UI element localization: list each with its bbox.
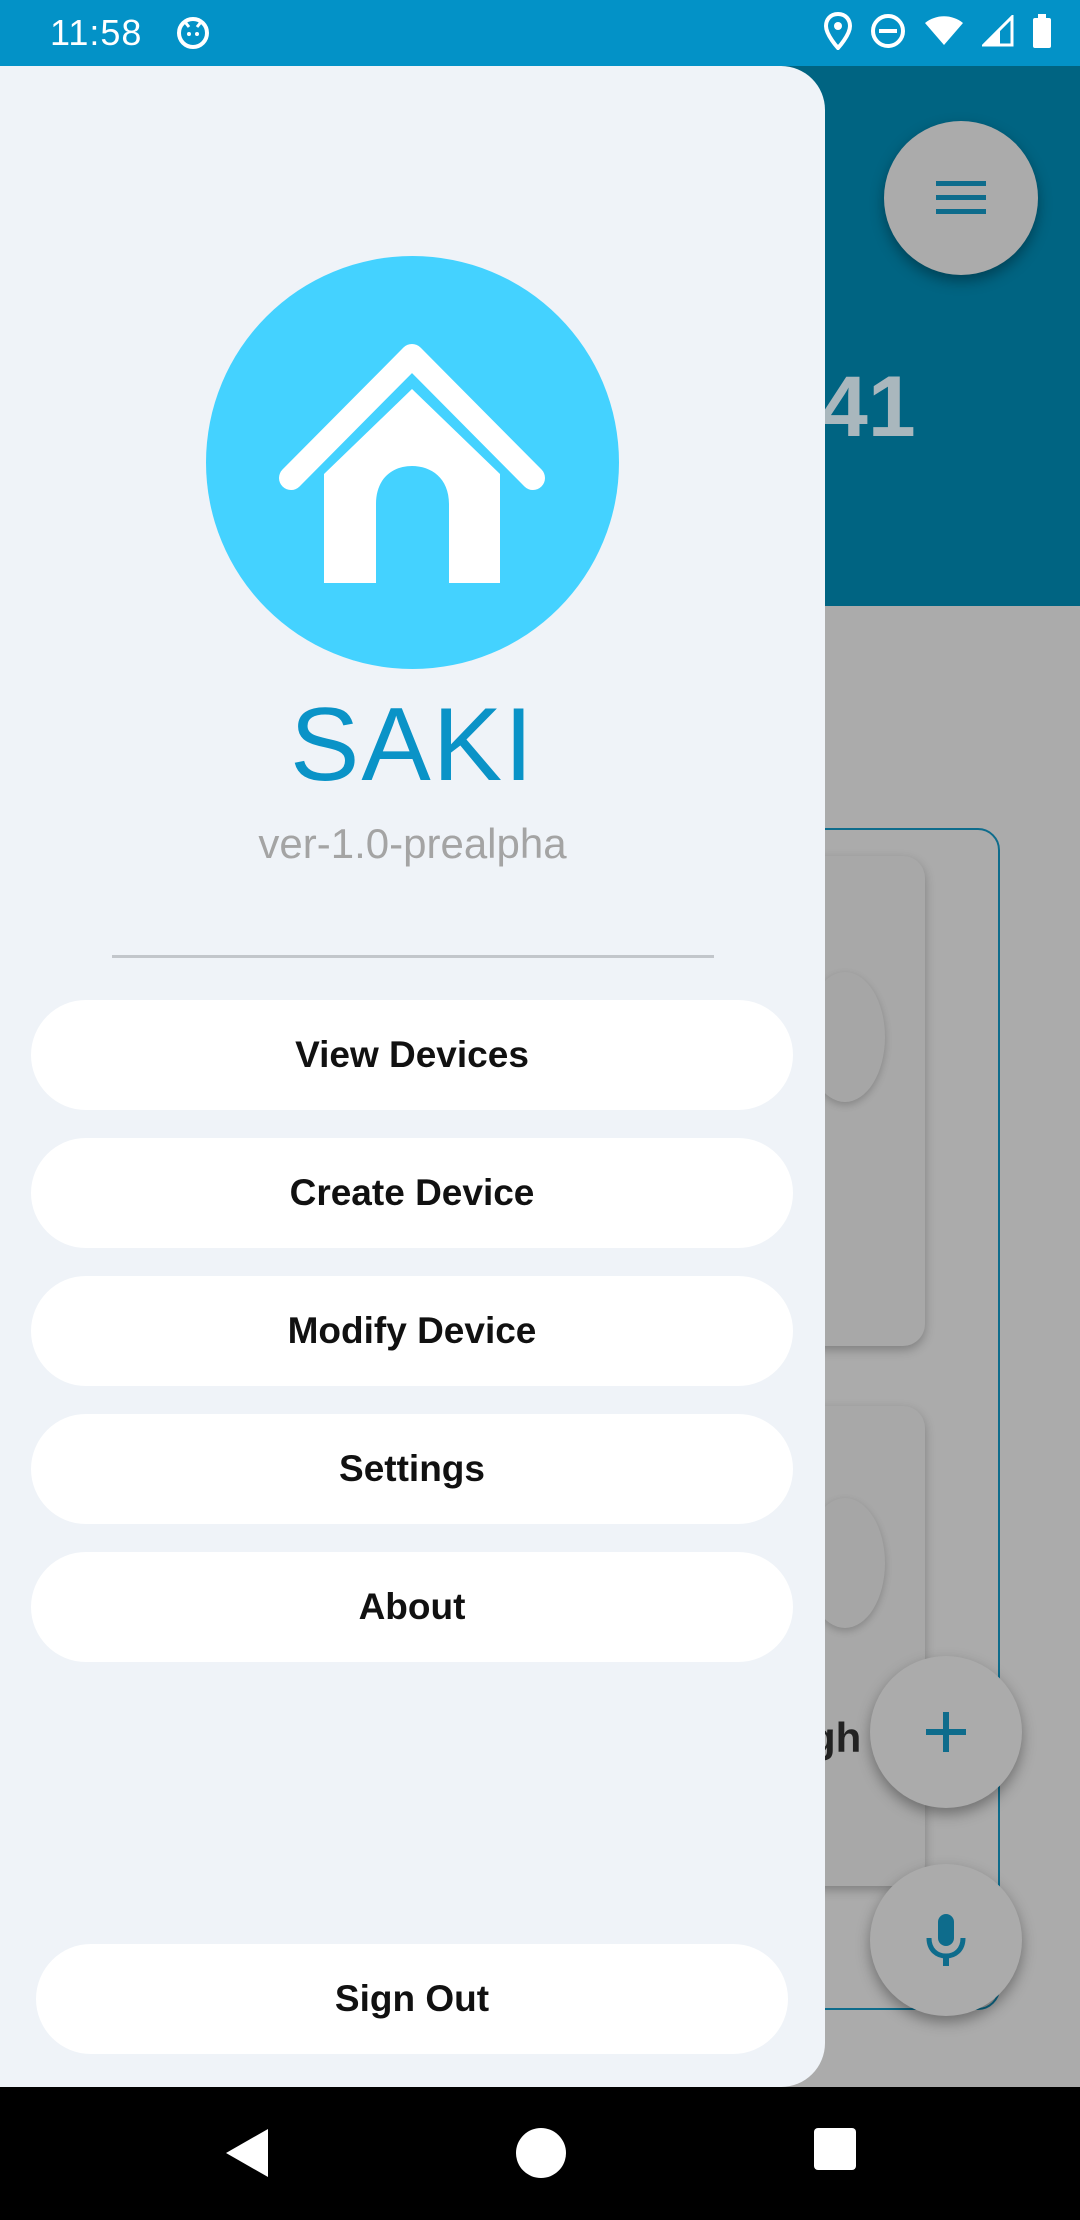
system-nav-bar — [0, 2087, 1080, 2220]
menu-icon — [936, 181, 986, 214]
navigation-drawer: SAKI ver-1.0-prealpha View Devices Creat… — [0, 66, 825, 2087]
back-icon[interactable] — [222, 2127, 272, 2184]
sign-out-button[interactable]: Sign Out — [36, 1944, 788, 2054]
app-name: SAKI — [290, 687, 535, 803]
home-icon[interactable] — [515, 2127, 567, 2184]
modify-device-button[interactable]: Modify Device — [31, 1276, 793, 1386]
app-logo — [206, 256, 619, 669]
app-notification-icon — [176, 16, 210, 50]
voice-button[interactable] — [870, 1864, 1022, 2016]
recents-icon[interactable] — [813, 2127, 857, 2176]
app-version: ver-1.0-prealpha — [258, 820, 567, 867]
create-device-button[interactable]: Create Device — [31, 1138, 793, 1248]
add-device-button[interactable] — [870, 1656, 1022, 1808]
microphone-icon — [926, 1914, 966, 1966]
do-not-disturb-icon — [870, 13, 906, 49]
location-icon — [824, 12, 852, 50]
view-devices-button[interactable]: View Devices — [31, 1000, 793, 1110]
menu-button[interactable] — [884, 121, 1038, 275]
house-icon — [279, 344, 545, 583]
battery-icon — [1032, 14, 1052, 48]
about-button[interactable]: About — [31, 1552, 793, 1662]
background-number: 41 — [820, 359, 916, 455]
signal-icon — [982, 15, 1014, 47]
status-time: 11:58 — [50, 12, 143, 53]
wifi-icon — [924, 15, 964, 47]
status-bar: 11:58 — [0, 0, 1080, 66]
plus-icon — [926, 1712, 966, 1752]
settings-button[interactable]: Settings — [31, 1414, 793, 1524]
divider — [112, 955, 714, 958]
